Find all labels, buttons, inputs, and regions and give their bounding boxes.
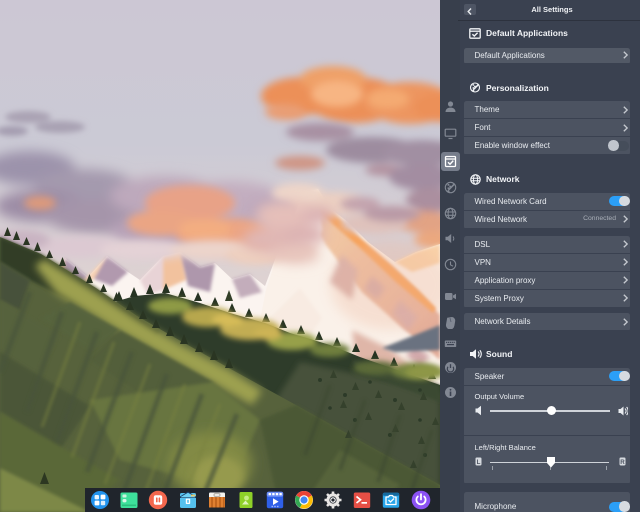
svg-text:L: L bbox=[476, 459, 480, 466]
svg-text:R: R bbox=[620, 459, 625, 466]
